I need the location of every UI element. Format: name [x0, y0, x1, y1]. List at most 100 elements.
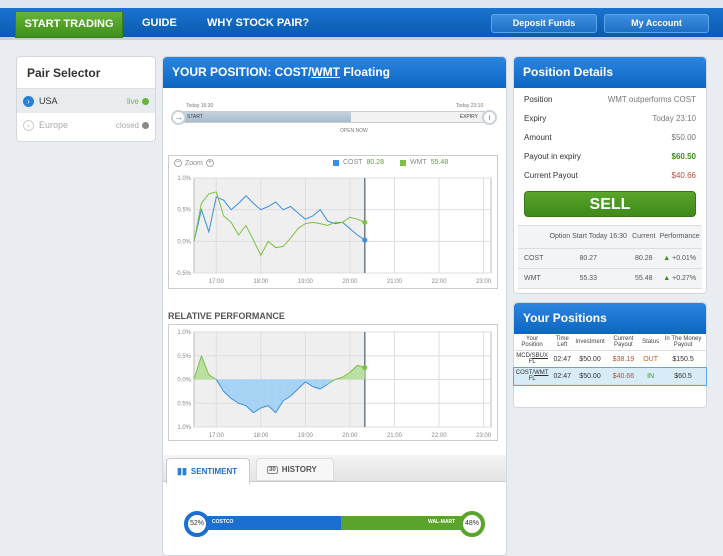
x-tick-label: 19:00	[298, 279, 314, 285]
deposit-funds-button[interactable]: Deposit Funds	[491, 14, 597, 33]
chevron-right-icon: ›	[23, 95, 34, 107]
perf-row: COST 80.27 80.28 ▲ +0.01%	[518, 248, 702, 268]
tab-history[interactable]: 30 HISTORY	[256, 458, 334, 481]
guide-tab[interactable]: GUIDE	[142, 11, 177, 38]
x-tick-label: 23:00	[476, 279, 492, 285]
calendar-icon: 30	[267, 465, 278, 474]
time-left: 02:47	[553, 372, 572, 380]
zoom-label: Zoom	[185, 159, 203, 167]
time-left: 02:47	[553, 355, 572, 363]
start-trading-tab[interactable]: START TRADING	[15, 11, 123, 38]
positions-header: Your Position	[521, 336, 543, 348]
wmt-link[interactable]: WMT	[311, 65, 340, 79]
area-segment	[253, 379, 261, 413]
sentiment-left-pct: 52%	[184, 511, 210, 537]
detail-value: $50.00	[671, 133, 696, 142]
timeline-start-label: START	[187, 114, 203, 120]
timeline-end-time: Today 23:10	[456, 103, 484, 109]
perf-cell: 80.27	[579, 254, 597, 262]
pair-item-usa[interactable]: › USA live	[17, 89, 155, 113]
positions-header: Status	[642, 339, 660, 345]
tab-sentiment[interactable]: ▮▮ SENTIMENT	[166, 458, 250, 484]
position-row[interactable]: COST/WMT FL 02:47 $50.00 $40.66 IN $60.5	[513, 366, 707, 386]
perf-row: WMT 55.33 55.48 ▲ +0.27%	[518, 268, 702, 288]
your-positions-title: Your Positions	[514, 303, 706, 334]
perf-cell: WMT	[524, 274, 541, 282]
zoom-in-icon[interactable]: +	[205, 159, 214, 167]
bar-chart-icon: ▮▮	[177, 466, 187, 476]
relative-end-point	[362, 365, 368, 371]
timeline-track: START EXPIRY	[180, 111, 485, 123]
y-tick-label: -0.5%	[175, 271, 191, 277]
x-tick-label: 22:00	[432, 279, 448, 285]
x-tick-label: 22:00	[432, 433, 448, 439]
detail-label: Expiry	[524, 114, 547, 123]
perf-header	[518, 226, 546, 248]
closed-dot-icon	[142, 121, 149, 129]
detail-value: WMT outperforms COST	[607, 95, 696, 104]
chart-legend: COST 80.28 WMT 55.48	[333, 159, 448, 166]
position-title: YOUR POSITION: COST/WMT Floating	[163, 57, 506, 88]
up-arrow-icon: ▲	[663, 274, 671, 282]
status: OUT	[643, 355, 658, 363]
area-segment	[260, 379, 269, 408]
positions-header: In The Money Payout	[664, 336, 702, 348]
detail-row: Position WMT outperforms COST	[514, 90, 706, 109]
perf-header: Current	[632, 233, 656, 241]
pair-selector-title: Pair Selector	[17, 57, 155, 89]
perf-header: Performance	[659, 233, 700, 241]
sentiment-left-name: COSTCO	[212, 519, 234, 525]
detail-row: Expiry Today 23:10	[514, 109, 706, 128]
pair-label: USA	[39, 96, 58, 106]
zoom-out-icon[interactable]: −	[174, 159, 182, 167]
series-end-point-cost	[362, 237, 368, 243]
sentiment-right-name: WAL-MART	[428, 519, 456, 525]
y-tick-label: 1.0%	[177, 425, 191, 431]
itm-payout: $60.5	[674, 372, 692, 380]
x-tick-label: 23:00	[476, 433, 492, 439]
timeline-start-time: Today 16:30	[186, 103, 214, 109]
series-end-point-wmt	[362, 219, 368, 225]
x-tick-label: 19:00	[298, 433, 314, 439]
expiry-info-icon: ı	[482, 110, 497, 125]
sell-button[interactable]: SELL	[524, 191, 696, 217]
itm-payout: $150.5	[672, 355, 694, 363]
pair-item-europe[interactable]: › Europe closed	[17, 113, 155, 137]
detail-label: Amount	[524, 133, 552, 142]
positions-header: Time Left	[555, 336, 569, 348]
y-tick-label: 1.0%	[177, 330, 191, 336]
pair-link[interactable]: WMT	[534, 370, 548, 376]
positions-header: Current Payout	[613, 336, 634, 348]
pair-selector-panel: Pair Selector › USA live › Europe closed	[16, 56, 156, 142]
investment: $50.00	[579, 372, 601, 380]
position-details-title: Position Details	[514, 57, 706, 88]
investment: $50.00	[579, 355, 601, 363]
perf-cell: +0.27%	[672, 274, 697, 282]
detail-label: Payout in expiry	[524, 152, 581, 161]
y-tick-label: 0.5%	[177, 208, 191, 214]
current-payout: $38.19	[612, 355, 635, 363]
perf-cell: COST	[524, 254, 544, 262]
current-payout: $40.66	[612, 372, 635, 380]
relative-performance-title: RELATIVE PERFORMANCE	[168, 311, 285, 321]
perf-cell: 55.33	[579, 274, 597, 282]
pair-label: Europe	[39, 120, 69, 130]
detail-row: Current Payout $40.66	[514, 166, 706, 185]
perf-cell: +0.01%	[672, 254, 697, 262]
x-tick-label: 20:00	[342, 433, 358, 439]
perf-header: Option Start Today 16:30	[549, 233, 627, 241]
top-strip	[0, 0, 723, 8]
performance-table: Option Start Today 16:30 Current Performan…	[518, 226, 702, 289]
position-row[interactable]: MCD/SBUX FL 02:47 $50.00 $38.19 OUT $150.…	[514, 351, 706, 368]
area-segment	[238, 379, 246, 406]
positions-table: Your Position Time Left Investment Current …	[513, 334, 707, 386]
y-tick-label: 0.5%	[177, 401, 191, 407]
my-account-button[interactable]: My Account	[604, 14, 709, 33]
detail-value: $40.66	[671, 171, 696, 180]
pair-status: closed	[115, 120, 139, 130]
why-stock-pair-tab[interactable]: WHY STOCK PAIR?	[207, 11, 309, 38]
x-tick-label: 21:00	[387, 433, 403, 439]
detail-row: Payout in expiry $60.50	[514, 147, 706, 166]
timeline-expiry-label: EXPIRY	[459, 114, 478, 120]
x-tick-label: 18:00	[253, 279, 269, 285]
